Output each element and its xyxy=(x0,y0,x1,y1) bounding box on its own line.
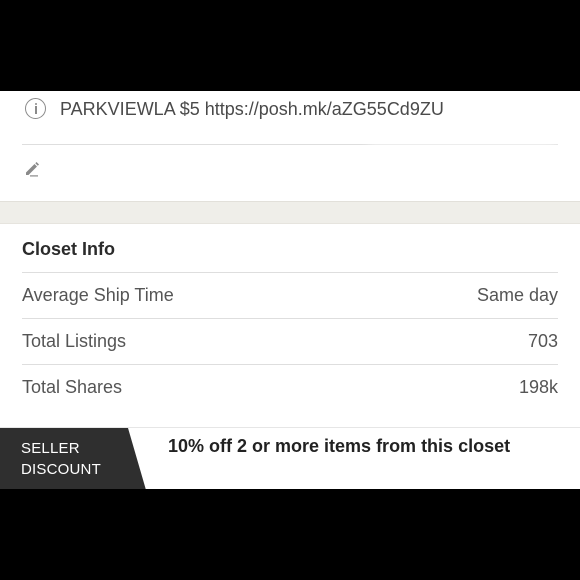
stat-label: Average Ship Time xyxy=(22,285,174,305)
stat-row-total-shares: Total Shares 198k xyxy=(22,365,558,411)
stat-row-total-listings: Total Listings 703 xyxy=(22,319,558,365)
edit-field[interactable] xyxy=(370,151,556,191)
stat-row-average-ship-time: Average Ship Time Same day xyxy=(22,273,558,319)
edit-row[interactable] xyxy=(22,145,558,201)
seller-discount-bar[interactable]: SELLER DISCOUNT 10% off 2 or more items … xyxy=(0,427,580,489)
pencil-icon[interactable] xyxy=(24,161,40,177)
seller-discount-badge-label: SELLER DISCOUNT xyxy=(21,438,101,480)
stat-label: Total Shares xyxy=(22,377,123,397)
info-text: PARKVIEWLA $5 https://posh.mk/aZG55Cd9ZU xyxy=(60,99,444,119)
stat-value: 703 xyxy=(527,331,558,351)
info-circle-icon xyxy=(25,98,46,119)
stat-label: Total Listings xyxy=(22,331,127,351)
listing-details-panel: PARKVIEWLA $5 https://posh.mk/aZG55Cd9ZU… xyxy=(0,91,580,489)
badge-line-2: DISCOUNT xyxy=(21,461,101,478)
stat-value: 198k xyxy=(518,377,558,397)
seller-discount-text: 10% off 2 or more items from this closet xyxy=(168,436,511,456)
section-divider xyxy=(0,201,580,224)
badge-line-1: SELLER xyxy=(21,440,80,457)
stat-value: Same day xyxy=(476,285,558,305)
seller-discount-badge: SELLER DISCOUNT xyxy=(0,428,148,489)
closet-info-title: Closet Info xyxy=(22,239,115,259)
info-row: PARKVIEWLA $5 https://posh.mk/aZG55Cd9ZU xyxy=(22,91,558,145)
